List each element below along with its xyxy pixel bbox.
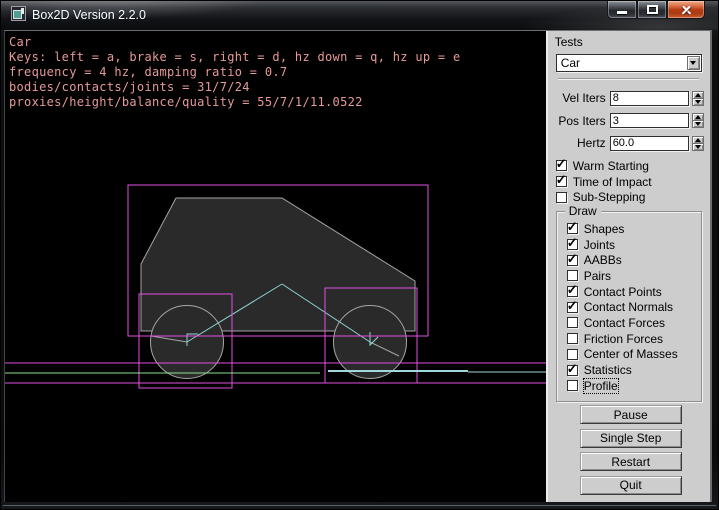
down-arrow-icon xyxy=(695,122,701,126)
checkbox[interactable] xyxy=(567,333,578,344)
close-icon xyxy=(680,4,693,16)
spinner-stepper xyxy=(692,136,704,151)
spinner-label: Vel Iters xyxy=(548,91,606,105)
window-title: Box2D Version 2.2.0 xyxy=(32,8,146,22)
checkbox[interactable] xyxy=(567,239,578,250)
hud-line: bodies/contacts/joints = 31/7/24 xyxy=(9,80,460,95)
up-arrow-icon xyxy=(695,138,701,142)
spinner-input[interactable] xyxy=(610,136,689,151)
checkbox[interactable] xyxy=(567,349,578,360)
checkbox[interactable] xyxy=(567,255,578,266)
checkbox[interactable] xyxy=(567,286,578,297)
checkbox-label: Contact Points xyxy=(584,285,662,299)
spinner-row: Hertz xyxy=(548,132,710,155)
draw-group-label: Draw xyxy=(565,204,601,218)
checkbox-row[interactable]: Statistics xyxy=(567,362,678,378)
dropdown-button[interactable] xyxy=(687,56,700,70)
checkbox-row[interactable]: Profile xyxy=(567,378,678,394)
separator xyxy=(558,78,699,80)
spinner-label: Hertz xyxy=(548,136,606,150)
checkbox-row[interactable]: Contact Forces xyxy=(567,315,678,331)
checkbox-label: Center of Masses xyxy=(584,347,678,361)
spinner-down-button[interactable] xyxy=(692,120,704,128)
maximize-icon xyxy=(647,5,658,14)
down-arrow-icon xyxy=(695,100,701,104)
hud-line: Keys: left = a, brake = s, right = d, hz… xyxy=(9,50,460,65)
checkbox-row[interactable]: Contact Points xyxy=(567,284,678,300)
spinner-input[interactable] xyxy=(610,91,689,106)
checkbox-row[interactable]: Joints xyxy=(567,237,678,253)
spinner-stepper xyxy=(692,113,704,128)
checkbox[interactable] xyxy=(567,380,578,391)
spinner-down-button[interactable] xyxy=(692,143,704,151)
checkbox-row[interactable]: Center of Masses xyxy=(567,347,678,363)
tests-label: Tests xyxy=(555,35,583,49)
action-buttons: Pause Single Step Restart Quit xyxy=(580,405,682,499)
minimize-icon xyxy=(617,11,627,14)
checkbox-row[interactable]: Shapes xyxy=(567,221,678,237)
checkbox-label: Time of Impact xyxy=(573,175,652,189)
app-icon xyxy=(11,6,26,21)
checkbox[interactable] xyxy=(556,160,567,171)
solver-checkboxes: Warm Starting Time of Impact Sub-Steppin… xyxy=(556,158,652,205)
quit-button[interactable]: Quit xyxy=(580,476,682,495)
pause-button[interactable]: Pause xyxy=(580,405,682,424)
maximize-button[interactable] xyxy=(637,1,667,19)
test-select-value: Car xyxy=(561,56,580,70)
control-panel: Tests Car Vel Iters Pos Iters Hert xyxy=(546,31,712,502)
spinner-stepper xyxy=(692,91,704,106)
checkbox-row[interactable]: Warm Starting xyxy=(556,158,652,174)
up-arrow-icon xyxy=(695,93,701,97)
checkbox-label: Statistics xyxy=(584,363,632,377)
checkbox-label: Contact Forces xyxy=(584,316,665,330)
checkbox[interactable] xyxy=(556,176,567,187)
hud-text: CarKeys: left = a, brake = s, right = d,… xyxy=(9,35,460,110)
checkbox-label: AABBs xyxy=(584,253,622,267)
checkbox-label: Friction Forces xyxy=(584,332,663,346)
checkbox-row[interactable]: Friction Forces xyxy=(567,331,678,347)
checkbox[interactable] xyxy=(556,192,567,203)
checkbox-label: Sub-Stepping xyxy=(573,190,646,204)
spinner-label: Pos Iters xyxy=(548,114,606,128)
spinner-input[interactable] xyxy=(610,113,689,128)
checkbox-label: Joints xyxy=(584,238,615,252)
app-window: Box2D Version 2.2.0 CarKeys: left = a, b… xyxy=(0,0,719,510)
single-step-button[interactable]: Single Step xyxy=(580,429,682,448)
close-button[interactable] xyxy=(667,1,705,19)
spinner-rows: Vel Iters Pos Iters Hertz xyxy=(548,87,710,155)
chevron-down-icon xyxy=(690,61,696,65)
draw-checkboxes: Shapes Joints AABBs Pairs Contact Points… xyxy=(567,221,678,394)
checkbox-label: Warm Starting xyxy=(573,159,649,173)
checkbox[interactable] xyxy=(567,270,578,281)
checkbox-row[interactable]: Time of Impact xyxy=(556,174,652,190)
up-arrow-icon xyxy=(695,115,701,119)
checkbox-row[interactable]: Pairs xyxy=(567,268,678,284)
checkbox[interactable] xyxy=(567,223,578,234)
window-content: CarKeys: left = a, brake = s, right = d,… xyxy=(4,30,712,502)
checkbox-row[interactable]: AABBs xyxy=(567,252,678,268)
checkbox-label: Profile xyxy=(584,379,618,393)
hud-line: frequency = 4 hz, damping ratio = 0.7 xyxy=(9,65,460,80)
titlebar[interactable]: Box2D Version 2.2.0 xyxy=(1,1,718,30)
hud-line: Car xyxy=(9,35,460,50)
checkbox-row[interactable]: Sub-Stepping xyxy=(556,189,652,205)
spinner-row: Vel Iters xyxy=(548,87,710,110)
checkbox-label: Pairs xyxy=(584,269,611,283)
checkbox-row[interactable]: Contact Normals xyxy=(567,299,678,315)
draw-group: Draw Shapes Joints AABBs Pairs Contact P… xyxy=(556,211,702,402)
simulation-canvas[interactable]: CarKeys: left = a, brake = s, right = d,… xyxy=(5,31,546,502)
spinner-row: Pos Iters xyxy=(548,110,710,133)
spinner-down-button[interactable] xyxy=(692,98,704,106)
down-arrow-icon xyxy=(695,145,701,149)
restart-button[interactable]: Restart xyxy=(580,452,682,471)
hud-line: proxies/height/balance/quality = 55/7/1/… xyxy=(9,95,460,110)
checkbox-label: Contact Normals xyxy=(584,300,673,314)
checkbox-label: Shapes xyxy=(584,222,625,236)
minimize-button[interactable] xyxy=(607,1,637,19)
test-select[interactable]: Car xyxy=(556,54,702,72)
checkbox[interactable] xyxy=(567,317,578,328)
checkbox[interactable] xyxy=(567,365,578,376)
checkbox[interactable] xyxy=(567,302,578,313)
